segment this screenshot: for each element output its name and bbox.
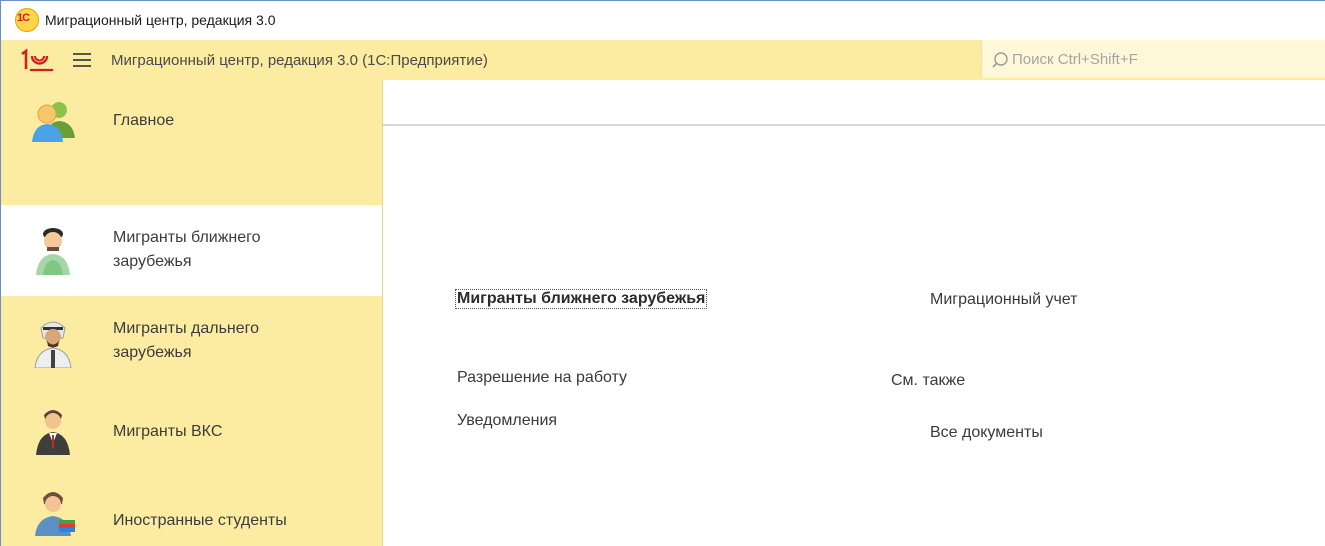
sidebar-item-migrants-far[interactable]: Мигранты дальнего зарубежья	[1, 296, 382, 391]
sidebar-item-label: Главное	[113, 112, 175, 129]
student-icon	[31, 486, 75, 536]
app-logo-icon: 1С	[15, 8, 39, 32]
search-icon[interactable]	[992, 52, 1008, 68]
1c-brand-icon[interactable]	[19, 48, 55, 72]
migrant-near-icon	[31, 225, 75, 275]
sidebar-item-label: Мигранты дальнего зарубежья	[113, 317, 313, 365]
link-notifications[interactable]: Уведомления	[457, 412, 557, 430]
sidebar-item-label: Иностранные студенты	[113, 512, 287, 529]
sidebar: Главное Мигранты ближнего зарубежья Мигр…	[1, 80, 383, 546]
link-migration-accounting[interactable]: Миграционный учет	[930, 291, 1077, 309]
window-title: Миграционный центр, редакция 3.0	[45, 12, 276, 28]
main-content: Мигранты ближнего зарубежья Миграционный…	[383, 80, 1325, 546]
link-work-permit[interactable]: Разрешение на работу	[457, 369, 627, 387]
migrant-far-icon	[31, 318, 75, 369]
users-group-icon	[31, 98, 75, 142]
sidebar-item-label: Мигранты ВКС	[113, 423, 223, 440]
sidebar-item-label-text: Мигранты ближнего зарубежья	[113, 229, 261, 270]
link-all-documents[interactable]: Все документы	[930, 424, 1043, 442]
section-heading-migrants-near[interactable]: Мигранты ближнего зарубежья	[454, 289, 708, 309]
sidebar-item-label: Мигранты ближнего зарубежья	[113, 226, 313, 274]
title-bar: 1С Миграционный центр, редакция 3.0	[1, 1, 1325, 39]
search-box[interactable]	[981, 40, 1325, 78]
app-logo-text: 1С	[17, 12, 30, 24]
sidebar-item-main[interactable]: Главное	[1, 80, 382, 162]
sidebar-item-foreign-students[interactable]: Иностранные студенты	[1, 474, 382, 546]
see-also-label: См. также	[891, 372, 966, 389]
specialist-icon	[31, 405, 75, 455]
search-input[interactable]	[1010, 49, 1314, 69]
sidebar-item-migrants-near[interactable]: Мигранты ближнего зарубежья	[1, 205, 382, 296]
sidebar-item-migrants-vks[interactable]: Мигранты ВКС	[1, 391, 382, 474]
menu-hamburger-icon[interactable]	[73, 52, 93, 68]
sidebar-item-label-text: Мигранты дальнего зарубежья	[113, 320, 260, 361]
app-header-title: Миграционный центр, редакция 3.0 (1С:Пре…	[111, 51, 488, 69]
content-top-divider	[383, 124, 1325, 126]
app-header: Миграционный центр, редакция 3.0 (1С:Пре…	[1, 40, 1325, 80]
